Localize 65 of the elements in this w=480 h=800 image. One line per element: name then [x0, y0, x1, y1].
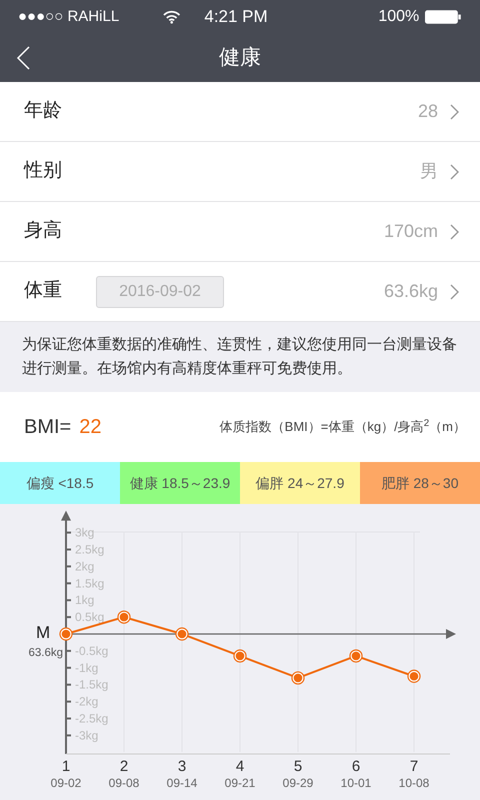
y-tick-label: -0.5kg: [75, 644, 108, 658]
bmi-range-band: 偏胖 24～27.9: [240, 462, 360, 504]
y-tick-label: -1.5kg: [75, 678, 108, 692]
data-point: [349, 649, 363, 663]
page-title: 健康: [219, 45, 261, 72]
y-tick-label: -2kg: [75, 694, 98, 709]
y-tick-label: 2.5kg: [75, 542, 104, 556]
x-tick-date: 10-08: [398, 776, 430, 790]
x-tick-number: 1: [62, 758, 70, 775]
data-point: [291, 671, 305, 685]
row-value: 170cm: [384, 220, 438, 243]
bmi-value: 22: [79, 415, 102, 440]
row-label: 体重: [24, 279, 62, 304]
battery-percent: 100%: [378, 7, 420, 27]
bmi-range-band: 肥胖 28～30: [360, 462, 480, 504]
row-label: 性别: [24, 159, 62, 184]
x-tick-number: 7: [410, 758, 418, 775]
y-tick-label: 0.5kg: [75, 610, 104, 624]
x-tick-number: 4: [236, 758, 244, 775]
data-point: [59, 627, 73, 641]
row-label: 年龄: [24, 99, 62, 124]
bmi-formula: 体质指数（BMI）=体重（kg）/身高$^{2}$（m）: [220, 417, 466, 436]
chevron-icon: [450, 104, 460, 120]
y-tick-label: 2kg: [75, 559, 94, 574]
chevron-icon: [450, 224, 460, 240]
x-tick-number: 6: [352, 758, 360, 775]
x-tick-date: 09-29: [282, 776, 314, 790]
x-tick-date: 09-21: [224, 776, 256, 790]
baseline-value: 63.6kg: [28, 647, 63, 659]
data-point: [407, 670, 421, 683]
carrier-name: ●●●○○ RAHiLL: [18, 6, 120, 27]
data-point: [233, 649, 247, 663]
y-tick-label: 3kg: [75, 526, 94, 540]
x-tick-date: 09-08: [108, 776, 140, 790]
bmi-range-band: 健康 18.5～23.9: [120, 462, 240, 504]
clock: 4:21 PM: [204, 6, 269, 28]
x-tick-date: 09-14: [166, 776, 198, 790]
y-tick-label: -1kg: [75, 660, 98, 675]
battery-icon: [425, 10, 462, 24]
bmi-label: BMI=: [24, 415, 72, 440]
y-tick-label: 1kg: [75, 593, 94, 608]
chevron-icon: [450, 164, 460, 180]
data-point: [175, 627, 189, 641]
settings-row[interactable]: 年龄 28: [0, 82, 480, 142]
y-tick-label: -2.5kg: [75, 712, 108, 726]
data-point: [117, 610, 131, 624]
x-tick-date: 10-01: [340, 776, 372, 790]
settings-row[interactable]: 身高 170cm: [0, 202, 480, 262]
x-tick-number: 3: [178, 758, 186, 775]
row-value: 28: [418, 100, 438, 123]
y-tick-label: 1.5kg: [75, 576, 104, 590]
settings-row[interactable]: 体重 2016-09-02 63.6kg: [0, 262, 480, 322]
row-label: 身高: [24, 219, 62, 244]
x-tick-date: 09-02: [50, 776, 82, 790]
x-tick-number: 5: [294, 758, 302, 775]
baseline-label: M: [36, 623, 50, 642]
x-tick-number: 2: [120, 758, 128, 775]
row-value: 男: [420, 160, 438, 183]
bmi-range-band: 偏瘦 <18.5: [0, 462, 120, 504]
row-value: 63.6kg: [384, 280, 438, 303]
settings-row[interactable]: 性别 男: [0, 142, 480, 202]
chevron-icon: [450, 284, 460, 300]
back-button[interactable]: [16, 46, 32, 70]
wifi-icon: [162, 10, 180, 24]
y-tick-label: -3kg: [75, 728, 98, 742]
